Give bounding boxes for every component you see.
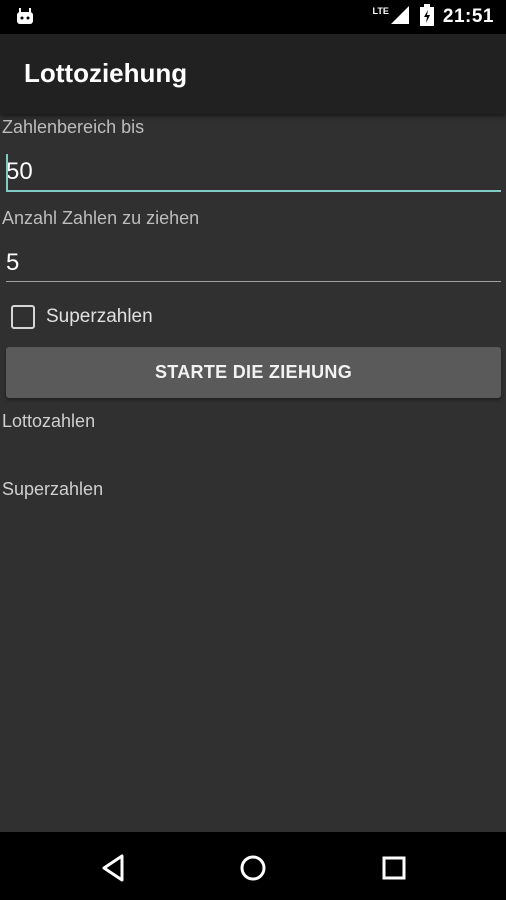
network-type: LTE: [372, 6, 389, 16]
superzahlen-result-label: Superzahlen: [2, 479, 104, 499]
app-title: Lottoziehung: [24, 58, 188, 88]
superzahlen-checkbox[interactable]: [11, 305, 35, 329]
status-icons: LTE 21:51: [373, 0, 494, 34]
count-input-underline: [6, 281, 501, 282]
android-notification-icon: [14, 6, 36, 31]
status-bar: LTE 21:51: [0, 0, 506, 34]
clock: 21:51: [442, 6, 494, 27]
count-label: Anzahl Zahlen zu ziehen: [2, 208, 200, 228]
recents-icon[interactable]: [376, 850, 412, 886]
home-icon[interactable]: [235, 850, 271, 886]
back-icon[interactable]: [96, 850, 132, 886]
lottozahlen-label: Lottozahlen: [2, 411, 96, 431]
app-bar: Lottoziehung: [0, 34, 506, 114]
count-input[interactable]: [6, 243, 501, 283]
signal-icon: [389, 4, 411, 31]
text-cursor: [6, 154, 8, 190]
battery-icon: [419, 3, 435, 32]
start-draw-button[interactable]: STARTE DIE ZIEHUNG: [6, 347, 501, 398]
range-input-underline: [6, 190, 501, 192]
superzahlen-checkbox-label[interactable]: Superzahlen: [46, 306, 153, 328]
navigation-bar: [0, 832, 506, 900]
range-label: Zahlenbereich bis: [2, 117, 145, 137]
range-input[interactable]: [6, 152, 501, 192]
